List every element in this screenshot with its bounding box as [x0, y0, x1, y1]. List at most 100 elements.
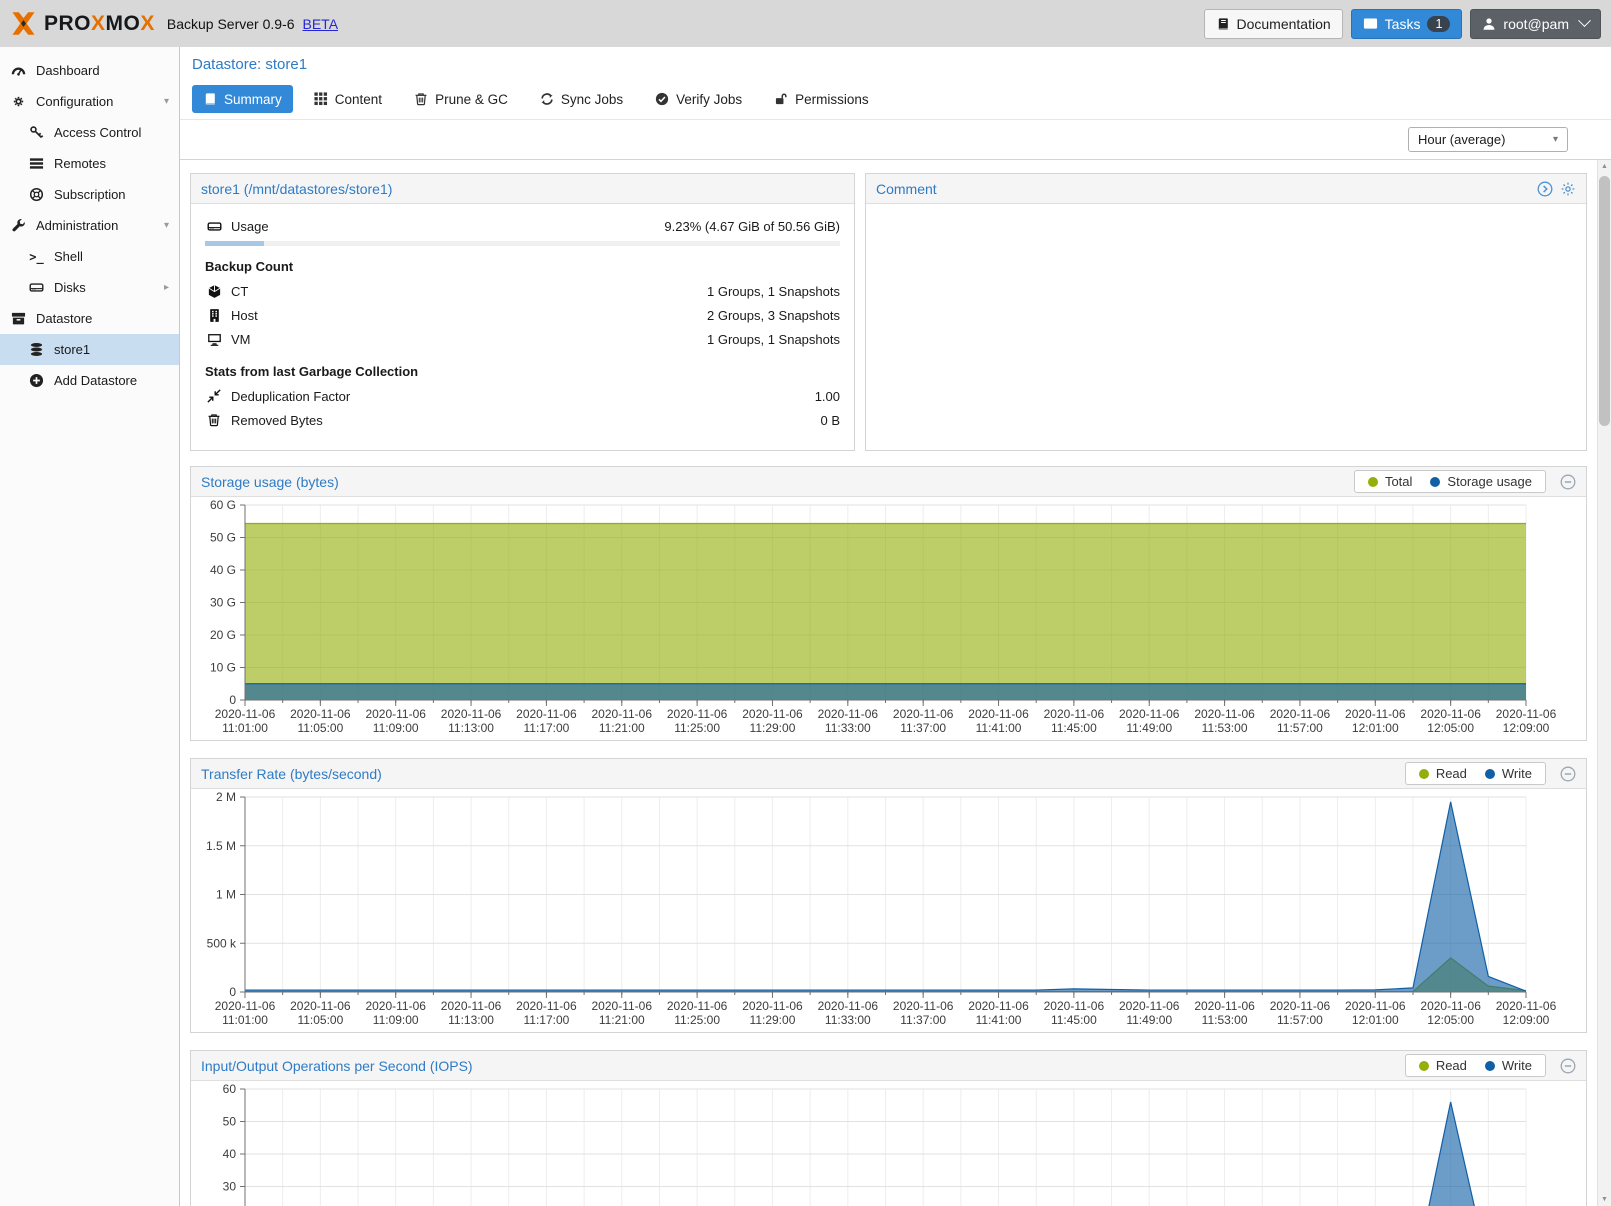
sidebar-item-label: Access Control — [54, 125, 141, 140]
vertical-scrollbar[interactable]: ▲ ▼ — [1597, 160, 1611, 1206]
svg-text:2020-11-06: 2020-11-06 — [441, 999, 502, 1013]
cube-icon — [205, 284, 223, 299]
documentation-label: Documentation — [1237, 16, 1331, 32]
sidebar-item-add-datastore[interactable]: Add Datastore — [0, 365, 179, 396]
gauge-icon — [10, 63, 27, 78]
svg-text:2020-11-06: 2020-11-06 — [742, 999, 803, 1013]
sidebar-item-remotes[interactable]: Remotes — [0, 148, 179, 179]
legend-item[interactable]: Write — [1485, 766, 1532, 781]
tab-summary[interactable]: Summary — [192, 85, 293, 113]
svg-text:2020-11-06: 2020-11-06 — [1119, 707, 1180, 721]
page-head: Datastore: store1 SummaryContentPrune & … — [180, 47, 1611, 120]
svg-text:12:01:00: 12:01:00 — [1352, 1013, 1399, 1027]
sidebar-item-subscription[interactable]: Subscription — [0, 179, 179, 210]
scrollbar-thumb[interactable] — [1599, 176, 1610, 426]
chevron-down-icon[interactable]: ▾ — [164, 220, 169, 231]
svg-text:2020-11-06: 2020-11-06 — [215, 999, 276, 1013]
expand-icon[interactable] — [1537, 181, 1553, 197]
tab-permissions[interactable]: Permissions — [763, 85, 880, 113]
svg-text:2020-11-06: 2020-11-06 — [290, 707, 351, 721]
svg-text:2020-11-06: 2020-11-06 — [592, 707, 653, 721]
stat-label: CT — [231, 284, 248, 299]
tab-content[interactable]: Content — [303, 85, 393, 113]
sidebar-item-disks[interactable]: Disks▸ — [0, 272, 179, 303]
chevron-down-icon[interactable]: ▾ — [164, 96, 169, 107]
svg-text:11:17:00: 11:17:00 — [523, 721, 569, 735]
svg-text:11:01:00: 11:01:00 — [222, 1013, 268, 1027]
beta-link[interactable]: BETA — [303, 16, 339, 32]
svg-text:1 M: 1 M — [216, 888, 236, 902]
svg-text:11:37:00: 11:37:00 — [900, 721, 946, 735]
legend-item[interactable]: Read — [1419, 766, 1467, 781]
grid-icon — [314, 92, 328, 106]
app-header: PROXMOX Backup Server 0.9-6 BETA Documen… — [0, 0, 1611, 47]
panel-title: Transfer Rate (bytes/second) — [201, 766, 382, 782]
chart-legend: Read Write — [1405, 1054, 1546, 1077]
svg-text:12:01:00: 12:01:00 — [1352, 721, 1399, 735]
transfer-rate-chart: 0500 k1 M1.5 M2 M2020-11-0611:01:002020-… — [191, 789, 1586, 1032]
svg-text:11:53:00: 11:53:00 — [1202, 721, 1248, 735]
user-menu-button[interactable]: root@pam — [1470, 9, 1601, 39]
stat-value: 1 Groups, 1 Snapshots — [707, 284, 840, 299]
tab-label: Sync Jobs — [561, 92, 623, 107]
collapse-icon[interactable] — [1560, 766, 1576, 782]
trash-icon — [414, 92, 428, 106]
svg-text:11:09:00: 11:09:00 — [373, 1013, 419, 1027]
svg-text:40: 40 — [223, 1147, 237, 1161]
tasks-label: Tasks — [1385, 16, 1421, 32]
svg-text:2020-11-06: 2020-11-06 — [1119, 999, 1180, 1013]
svg-text:11:05:00: 11:05:00 — [297, 1013, 343, 1027]
svg-text:60 G: 60 G — [210, 498, 236, 512]
legend-item[interactable]: Write — [1485, 1058, 1532, 1073]
legend-label: Write — [1502, 1058, 1532, 1073]
sidebar-item-datastore[interactable]: Datastore — [0, 303, 179, 334]
chevron-right-icon[interactable]: ▸ — [164, 282, 169, 293]
svg-text:2020-11-06: 2020-11-06 — [1496, 707, 1557, 721]
chevron-down-icon — [1578, 14, 1591, 27]
legend-item[interactable]: Total — [1368, 474, 1412, 489]
brand-name: PROXMOX — [44, 12, 155, 36]
svg-text:2020-11-06: 2020-11-06 — [667, 707, 728, 721]
legend-item[interactable]: Storage usage — [1430, 474, 1532, 489]
comment-body — [866, 204, 1586, 450]
stat-row-removed-bytes: Removed Bytes0 B — [205, 408, 840, 432]
stat-row-ct: CT 1 Groups, 1 Snapshots — [205, 279, 840, 303]
legend-dot — [1485, 1061, 1495, 1071]
user-icon — [1482, 17, 1496, 31]
comment-panel: Comment — [865, 173, 1587, 451]
sidebar-item-administration[interactable]: Administration ▾ — [0, 210, 179, 241]
tab-prune-gc[interactable]: Prune & GC — [403, 85, 519, 113]
svg-text:50 G: 50 G — [210, 531, 236, 545]
desktop-icon — [205, 332, 223, 347]
collapse-icon[interactable] — [1560, 1058, 1576, 1074]
brand: PROXMOX — [10, 10, 155, 37]
usage-row: Usage 9.23% (4.67 GiB of 50.56 GiB) — [205, 214, 840, 238]
rows-icon — [28, 156, 45, 171]
sidebar-item-dashboard[interactable]: Dashboard — [0, 55, 179, 86]
tasks-button[interactable]: Tasks 1 — [1351, 9, 1463, 39]
scroll-down-icon[interactable]: ▼ — [1598, 1196, 1611, 1203]
sidebar-item-shell[interactable]: >_Shell — [0, 241, 179, 272]
sidebar-item-access-control[interactable]: Access Control — [0, 117, 179, 148]
legend-item[interactable]: Read — [1419, 1058, 1467, 1073]
tab-sync-jobs[interactable]: Sync Jobs — [529, 85, 634, 113]
tab-verify-jobs[interactable]: Verify Jobs — [644, 85, 753, 113]
lifebuoy-icon — [28, 187, 45, 202]
tab-bar: Summary Content Prune & GC Sync Jobs Verify … — [192, 85, 1599, 119]
sidebar-item-label: Administration — [36, 218, 118, 233]
svg-text:11:13:00: 11:13:00 — [448, 721, 494, 735]
sidebar-item-label: Shell — [54, 249, 83, 264]
sidebar-item-store1[interactable]: store1 — [0, 334, 179, 365]
svg-text:2020-11-06: 2020-11-06 — [968, 707, 1029, 721]
svg-text:2020-11-06: 2020-11-06 — [516, 707, 577, 721]
legend-dot — [1419, 1061, 1429, 1071]
timerange-select[interactable]: Hour (average) ▾ — [1408, 127, 1568, 152]
documentation-button[interactable]: Documentation — [1204, 9, 1343, 39]
compress-icon — [205, 389, 223, 403]
task-list-icon — [1363, 16, 1378, 31]
sidebar-item-configuration[interactable]: Configuration▾ — [0, 86, 179, 117]
scroll-up-icon[interactable]: ▲ — [1598, 163, 1611, 170]
collapse-icon[interactable] — [1560, 474, 1576, 490]
svg-text:2020-11-06: 2020-11-06 — [742, 707, 803, 721]
gear-icon[interactable] — [1560, 181, 1576, 197]
